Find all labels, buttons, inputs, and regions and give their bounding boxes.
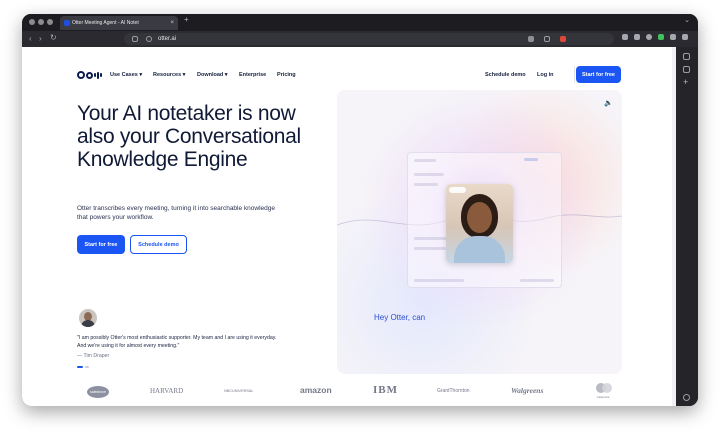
nav-resources[interactable]: Resources ▾ [153,72,185,78]
profile-icon[interactable] [646,34,652,40]
hero-schedule-demo-button[interactable]: Schedule demo [130,235,187,254]
web-page: Use Cases ▾ Resources ▾ Download ▾ Enter… [22,47,676,406]
testimonial-avatar [79,309,97,327]
pagination-dot-active[interactable] [77,366,83,368]
recording-badge [449,187,466,193]
otter-logo-bar-icon [100,73,102,77]
tab-close-icon[interactable]: × [170,16,174,30]
nav-start-free-button[interactable]: Start for free [576,66,621,83]
grant-thornton-logo: GrantThornton [437,388,470,394]
url-bar[interactable]: otter.ai [124,33,614,45]
translate-icon[interactable] [528,36,534,42]
page-scrollbar[interactable] [672,47,676,406]
reading-list-icon[interactable] [683,66,690,73]
nav-download[interactable]: Download ▾ [197,72,228,78]
otter-logo[interactable] [77,71,102,79]
amazon-logo: amazon [300,385,332,395]
brave-shields-icon[interactable] [560,36,566,42]
otter-logo-bar-icon [94,73,96,77]
green-extension-icon[interactable] [658,34,664,40]
mock-line [520,279,554,282]
mastercard-circle-icon [602,383,612,393]
nav-use-cases[interactable]: Use Cases ▾ [110,72,142,78]
extension-icon[interactable] [622,34,628,40]
mock-line [414,247,446,250]
address-bar-row: ‹ › ↻ otter.ai [22,31,698,47]
hero-caption: Hey Otter, can [374,313,426,322]
sidebar-add-icon[interactable]: + [683,77,688,87]
nav-pricing[interactable]: Pricing [277,72,296,78]
otter-logo-bar-icon [97,71,99,79]
tab-list-chevron-icon[interactable]: ⌄ [684,16,690,24]
mock-line [414,173,444,176]
otter-favicon-icon [64,20,70,26]
nav-login[interactable]: Log in [537,72,554,78]
reload-button[interactable]: ↻ [50,33,57,42]
salesforce-logo: salesforce [87,386,109,398]
close-window-button[interactable] [29,19,35,25]
browser-window: Otter Meeting Agent - AI Notet × + ⌄ ‹ ›… [22,14,698,406]
testimonial-author: — Tim Draper [77,353,110,359]
otter-logo-mark-icon [77,71,85,79]
hero-headline: Your AI notetaker is now also your Conve… [77,102,301,171]
participant-shirt [454,236,505,263]
testimonial-quote: "I am possibly Otter's most enthusiastic… [77,335,277,349]
hero-start-free-button[interactable]: Start for free [77,235,125,254]
pen-icon[interactable] [634,34,640,40]
browser-sidebar: + [676,47,698,406]
hero-visual: 🔈 Hey Otter, can [337,90,622,374]
tab-title: Otter Meeting Agent - AI Notet [72,20,139,26]
browser-tab[interactable]: Otter Meeting Agent - AI Notet × [60,16,178,30]
mock-line [414,279,464,282]
tab-bar: Otter Meeting Agent - AI Notet × + ⌄ [22,14,698,31]
back-button[interactable]: ‹ [29,34,32,43]
hero-subtext: Otter transcribes every meeting, turning… [77,205,275,221]
otter-logo-mark-icon [86,71,93,79]
puzzle-icon[interactable] [670,34,676,40]
ibm-logo: IBM [373,384,398,396]
shield-icon[interactable] [544,36,550,42]
settings-gear-icon[interactable] [683,394,690,401]
mock-line [414,183,438,186]
minimize-window-button[interactable] [38,19,44,25]
nav-enterprise[interactable]: Enterprise [239,72,266,78]
nav-schedule-demo[interactable]: Schedule demo [485,72,526,78]
walgreens-logo: Walgreens [511,386,544,395]
menu-icon[interactable] [682,34,688,40]
zoom-window-button[interactable] [47,19,53,25]
bookmark-icon[interactable] [132,36,138,42]
site-info-icon[interactable] [146,36,152,42]
nav-divider [574,66,575,83]
participant-face [467,202,492,233]
forward-button[interactable]: › [39,34,42,43]
url-text[interactable]: otter.ai [158,33,176,45]
mock-line [524,158,538,161]
new-tab-button[interactable]: + [184,15,189,24]
customer-logo-strip: salesforce HARVARD NBCUNIVERSAL amazon I… [77,382,637,404]
testimonial-pagination[interactable] [77,366,89,368]
nbcuniversal-logo: NBCUNIVERSAL [224,389,254,393]
speaker-icon[interactable]: 🔈 [604,99,613,107]
pagination-dot[interactable] [85,366,89,368]
avatar-body [81,320,95,327]
video-participant-tile [446,184,513,263]
sidebar-panel-icon[interactable] [683,53,690,60]
mock-line [414,159,436,162]
harvard-logo: HARVARD [150,387,184,395]
